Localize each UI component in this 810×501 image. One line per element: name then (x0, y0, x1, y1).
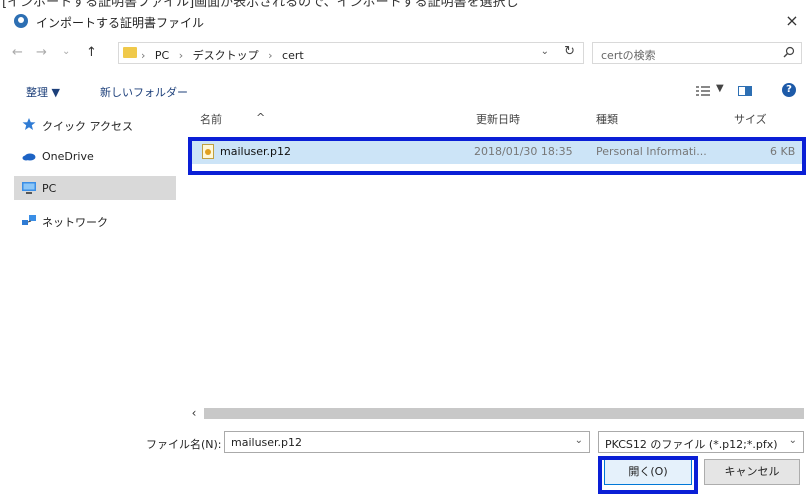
breadcrumb-desktop[interactable]: デスクトップ (193, 49, 259, 62)
network-icon (22, 215, 36, 225)
breadcrumb-cert[interactable]: cert (282, 49, 304, 62)
forward-arrow-icon[interactable]: → (36, 45, 47, 60)
breadcrumb-pc[interactable]: PC (155, 49, 169, 62)
recent-locations-icon[interactable]: ⌄ (62, 46, 70, 57)
navigation-bar: ← → ⌄ ↑ › PC › デスクトップ › cert ⌄ ↻ certの検索 (0, 38, 810, 68)
scrollbar-thumb[interactable] (204, 408, 804, 419)
sidebar-item-onedrive[interactable]: OneDrive (14, 144, 176, 168)
new-folder-button[interactable]: 新しいフォルダー (100, 84, 188, 100)
back-arrow-icon[interactable]: ← (12, 45, 23, 60)
sidebar-item-quick-access[interactable]: クイック アクセス (14, 112, 176, 136)
cancel-button[interactable]: キャンセル (704, 459, 800, 485)
organize-button[interactable]: 整理 ▼ (26, 84, 60, 100)
file-type-filter-value: PKCS12 のファイル (*.p12;*.pfx) (605, 438, 778, 451)
open-button-highlight (598, 456, 698, 494)
column-header-type[interactable]: 種類 (596, 111, 618, 127)
scroll-left-icon[interactable]: ‹ (186, 405, 202, 421)
search-input[interactable]: certの検索 (592, 42, 802, 64)
file-row-highlight (188, 137, 806, 175)
close-icon[interactable]: × (780, 10, 804, 32)
preview-pane-icon[interactable] (738, 86, 752, 96)
view-dropdown-icon[interactable]: ▼ (716, 83, 724, 94)
certificate-app-icon (14, 14, 28, 28)
search-placeholder: certの検索 (601, 49, 656, 62)
column-header-size[interactable]: サイズ (734, 111, 767, 127)
window-title: インポートする証明書ファイル (36, 16, 205, 30)
chevron-down-icon[interactable]: ⌄ (575, 435, 583, 446)
command-toolbar: 整理 ▼ 新しいフォルダー ▼ ? (0, 78, 810, 104)
sidebar-item-network[interactable]: ネットワーク (14, 208, 176, 232)
caption-strip: [インポートする証明書ファイル]画面が表示されるので、インポートする証明書を選択… (0, 0, 810, 8)
navigation-pane: クイック アクセス OneDrive PC ネットワーク (14, 112, 176, 392)
column-headers: 名前 ^ 更新日時 種類 サイズ (186, 106, 808, 130)
star-icon (22, 118, 36, 130)
up-arrow-icon[interactable]: ↑ (86, 45, 97, 60)
horizontal-scrollbar[interactable]: ‹ (186, 405, 806, 421)
view-options-icon[interactable] (696, 86, 710, 96)
cloud-icon (22, 153, 36, 161)
address-bar[interactable]: › PC › デスクトップ › cert ⌄ ↻ (118, 42, 584, 64)
sidebar-item-pc[interactable]: PC (14, 176, 176, 200)
column-header-date[interactable]: 更新日時 (476, 111, 520, 127)
folder-icon (123, 47, 137, 58)
caption-text: [インポートする証明書ファイル]画面が表示されるので、インポートする証明書を選択… (2, 0, 519, 8)
sort-ascending-icon: ^ (256, 111, 266, 124)
filename-field[interactable]: mailuser.p12 ⌄ (224, 431, 590, 453)
search-icon (783, 46, 795, 58)
chevron-down-icon[interactable]: ⌄ (789, 435, 797, 446)
refresh-icon[interactable]: ↻ (564, 44, 575, 59)
file-type-filter[interactable]: PKCS12 のファイル (*.p12;*.pfx) ⌄ (598, 431, 804, 453)
filename-value: mailuser.p12 (231, 436, 303, 449)
computer-icon (22, 182, 36, 194)
breadcrumb: › PC › デスクトップ › cert (141, 49, 304, 62)
filename-label: ファイル名(N): (146, 438, 222, 451)
title-bar: インポートする証明書ファイル × (0, 8, 810, 34)
column-header-name[interactable]: 名前 (200, 111, 222, 127)
address-dropdown-icon[interactable]: ⌄ (541, 46, 549, 57)
help-icon[interactable]: ? (782, 83, 796, 97)
